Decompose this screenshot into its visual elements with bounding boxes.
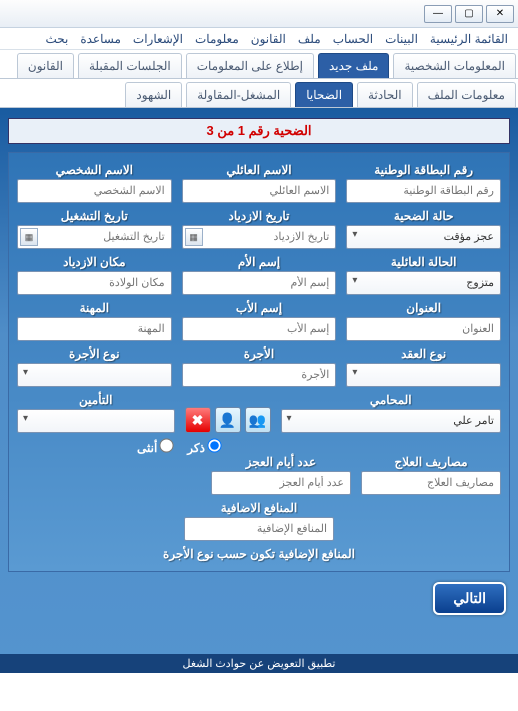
label-address: العنوان: [346, 301, 501, 315]
label-birth-date: تاريخ الازدياد: [182, 209, 337, 223]
add-user-button[interactable]: 👥: [245, 407, 271, 433]
tab-personal-info[interactable]: المعلومات الشخصية: [393, 53, 516, 78]
menu-item[interactable]: القائمة الرئيسية: [430, 32, 508, 46]
birth-place-input[interactable]: [17, 271, 172, 295]
maximize-button[interactable]: ▢: [455, 5, 483, 23]
radio-female[interactable]: أنثى: [137, 439, 173, 455]
nid-input[interactable]: [346, 179, 501, 203]
edit-user-button[interactable]: 👤: [215, 407, 241, 433]
tab-witnesses[interactable]: الشهود: [125, 82, 182, 107]
label-insurance: التأمين: [17, 393, 175, 407]
main-panel: الضحية رقم 1 من 3 رقم البطاقة الوطنية ال…: [0, 108, 518, 673]
calendar-icon[interactable]: ▦: [20, 228, 38, 246]
gender-radios: ذكر أنثى: [17, 439, 501, 455]
wage-input[interactable]: [182, 363, 337, 387]
label-job: المهنة: [17, 301, 172, 315]
tab-employer[interactable]: المشغل-المقاولة: [186, 82, 291, 107]
label-birth-place: مكان الازدياد: [17, 255, 172, 269]
personal-name-input[interactable]: [17, 179, 172, 203]
label-personal-name: الاسم الشخصي: [17, 163, 172, 177]
label-lawyer: المحامي: [281, 393, 502, 407]
work-date-input[interactable]: [17, 225, 172, 249]
delete-button[interactable]: ✖: [185, 407, 211, 433]
wage-type-select[interactable]: [17, 363, 172, 387]
label-family-name: الاسم العائلي: [182, 163, 337, 177]
radio-male[interactable]: ذكر: [187, 439, 221, 455]
label-mother-name: إسم الأم: [182, 255, 337, 269]
mother-name-input[interactable]: [182, 271, 337, 295]
additional-benefits-input[interactable]: [184, 517, 334, 541]
tab-view-info[interactable]: إطلاع على المعلومات: [186, 53, 314, 78]
close-button[interactable]: ✕: [486, 5, 514, 23]
job-input[interactable]: [17, 317, 172, 341]
wage-note: المنافع الإضافية تكون حسب نوع الأجرة: [17, 547, 501, 561]
medical-expenses-input[interactable]: [361, 471, 501, 495]
tab-file-info[interactable]: معلومات الملف: [417, 82, 516, 107]
lawyer-select[interactable]: تامر علي: [281, 409, 502, 433]
victim-form: رقم البطاقة الوطنية الاسم العائلي الاسم …: [8, 152, 510, 572]
menu-item[interactable]: البينات: [385, 32, 418, 46]
minimize-button[interactable]: —: [424, 5, 452, 23]
tab-incident[interactable]: الحادثة: [357, 82, 413, 107]
father-name-input[interactable]: [182, 317, 337, 341]
menu-item[interactable]: ملف: [298, 32, 321, 46]
tab-row-primary: المعلومات الشخصية ملف جديد إطلاع على الم…: [0, 50, 518, 79]
label-wage: الأجرة: [182, 347, 337, 361]
label-disability-days: عدد أيام العجز: [211, 455, 351, 469]
menu-item[interactable]: الحساب: [333, 32, 373, 46]
footer-text: تطبيق التعويض عن حوادث الشغل: [0, 654, 518, 673]
menu-item[interactable]: بحث: [45, 32, 68, 46]
tab-new-file[interactable]: ملف جديد: [318, 53, 390, 78]
label-medical-expenses: مصاريف العلاج: [361, 455, 501, 469]
marital-select[interactable]: متزوج: [346, 271, 501, 295]
label-father-name: إسم الأب: [182, 301, 337, 315]
contract-type-select[interactable]: [346, 363, 501, 387]
family-name-input[interactable]: [182, 179, 337, 203]
tab-upcoming-sessions[interactable]: الجلسات المقبلة: [78, 53, 182, 78]
label-contract-type: نوع العقد: [346, 347, 501, 361]
insurance-select[interactable]: [17, 409, 175, 433]
label-health: حالة الضحية: [346, 209, 501, 223]
label-work-date: تاريخ التشغيل: [17, 209, 172, 223]
label-additional-benefits: المنافع الاضافية: [184, 501, 334, 515]
victim-heading: الضحية رقم 1 من 3: [8, 118, 510, 144]
health-select[interactable]: عجز مؤقت: [346, 225, 501, 249]
tab-law[interactable]: القانون: [17, 53, 74, 78]
menu-item[interactable]: معلومات: [195, 32, 239, 46]
tab-victims[interactable]: الضحايا: [295, 82, 353, 107]
label-wage-type: نوع الأجرة: [17, 347, 172, 361]
menu-item[interactable]: القانون: [251, 32, 286, 46]
menu-bar: القائمة الرئيسية البينات الحساب ملف القا…: [0, 28, 518, 50]
menu-item[interactable]: مساعدة: [80, 32, 121, 46]
disability-days-input[interactable]: [211, 471, 351, 495]
window-titlebar: — ▢ ✕: [0, 0, 518, 28]
menu-item[interactable]: الإشعارات: [133, 32, 183, 46]
next-button[interactable]: التالي: [433, 582, 506, 615]
label-marital: الحالة العائلية: [346, 255, 501, 269]
address-input[interactable]: [346, 317, 501, 341]
label-nid: رقم البطاقة الوطنية: [346, 163, 501, 177]
birth-date-input[interactable]: [182, 225, 337, 249]
calendar-icon[interactable]: ▦: [185, 228, 203, 246]
tab-row-secondary: معلومات الملف الحادثة الضحايا المشغل-الم…: [0, 79, 518, 108]
